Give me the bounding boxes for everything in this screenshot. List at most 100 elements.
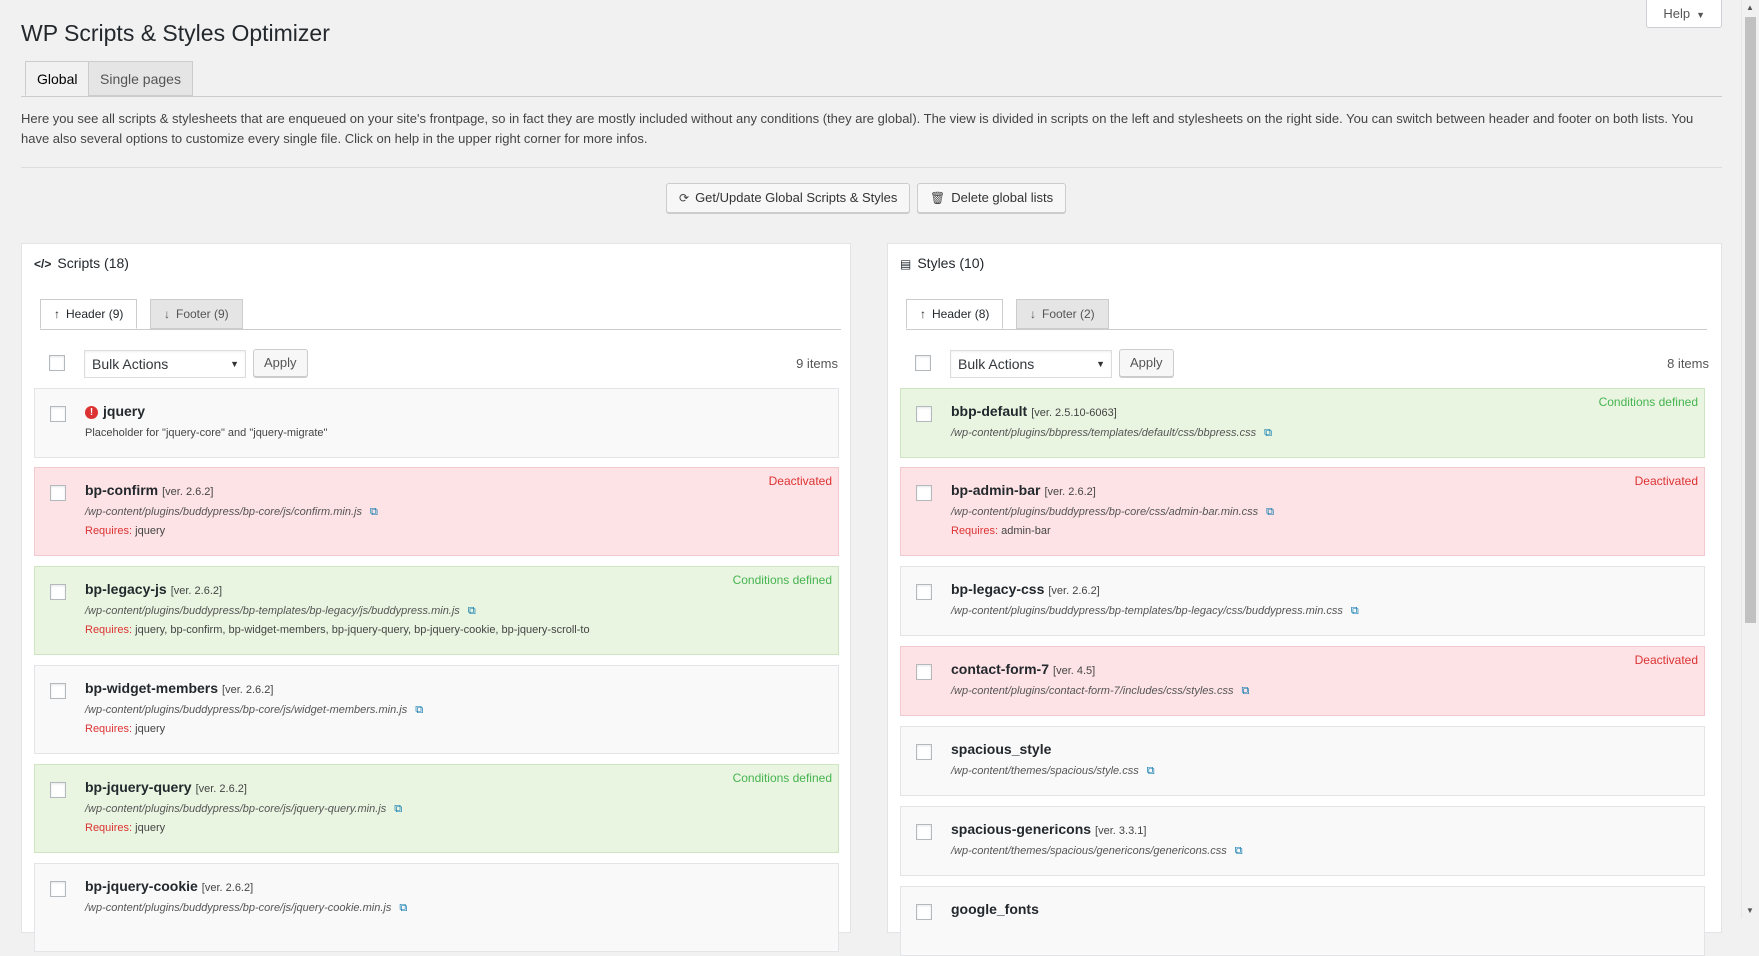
item-path: /wp-content/plugins/buddypress/bp-core/j… (85, 803, 402, 816)
scripts-header-label: Header (9) (66, 307, 124, 321)
scripts-bulk-actions-select[interactable]: Bulk Actions ▼ (84, 350, 246, 378)
item-checkbox[interactable] (50, 683, 66, 699)
external-link-icon[interactable]: ⧉ (1235, 845, 1243, 857)
item-handle: spacious-genericons (951, 821, 1092, 837)
list-item: spacious-genericons [ver. 3.3.1] /wp-cont… (900, 806, 1705, 876)
scripts-tab-footer[interactable]: ↓ Footer (9) (150, 299, 243, 329)
arrow-up-icon: ↑ (920, 307, 926, 321)
list-item: bp-legacy-js [ver. 2.6.2] /wp-content/plu… (34, 566, 839, 655)
item-name: google_fonts (951, 901, 1039, 917)
item-handle: contact-form-7 (951, 661, 1050, 677)
delete-global-button[interactable]: 🗑 Delete global lists (917, 183, 1067, 213)
external-link-icon[interactable]: ⧉ (1351, 605, 1359, 617)
item-path: /wp-content/plugins/contact-form-7/inclu… (951, 685, 1249, 698)
item-handle: jquery (103, 403, 146, 419)
item-path: /wp-content/plugins/buddypress/bp-core/j… (85, 902, 407, 915)
list-item: bp-jquery-cookie [ver. 2.6.2] /wp-content… (34, 863, 839, 952)
item-handle: spacious_style (951, 741, 1052, 757)
item-checkbox[interactable] (916, 664, 932, 680)
item-checkbox[interactable] (50, 782, 66, 798)
item-requires: Requires: jquery (85, 822, 165, 834)
item-handle: bp-jquery-query (85, 779, 192, 795)
item-checkbox[interactable] (916, 744, 932, 760)
styles-select-all-checkbox[interactable] (915, 355, 931, 371)
external-link-icon[interactable]: ⧉ (415, 704, 423, 716)
scripts-select-all-checkbox[interactable] (49, 355, 65, 371)
item-requires: Requires: jquery, bp-confirm, bp-widget-… (85, 624, 590, 636)
page-title: WP Scripts & Styles Optimizer (21, 20, 330, 46)
item-name: contact-form-7 [ver. 4.5] (951, 661, 1095, 677)
list-item: bp-widget-members [ver. 2.6.2] /wp-conten… (34, 665, 839, 754)
item-checkbox[interactable] (50, 406, 66, 422)
status-badge: Deactivated (1634, 474, 1698, 488)
styles-bulk-actions-select[interactable]: Bulk Actions ▼ (950, 350, 1112, 378)
requires-label: Requires: (85, 822, 133, 834)
item-handle: google_fonts (951, 901, 1039, 917)
chevron-down-icon: ▼ (1096, 359, 1105, 369)
external-link-icon[interactable]: ⧉ (370, 506, 378, 518)
styles-footer-label: Footer (2) (1042, 307, 1095, 321)
scripts-item-count: 9 items (796, 356, 838, 371)
styles-panel: ▤ Styles (10) ↑ Header (8) ↓ Footer (2) Bul… (887, 243, 1722, 956)
item-handle: bp-legacy-js (85, 581, 167, 597)
item-version: [ver. 2.6.2] (1048, 585, 1100, 597)
styles-tab-header[interactable]: ↑ Header (8) (906, 299, 1004, 329)
tab-global[interactable]: Global (25, 61, 90, 96)
update-global-button[interactable]: ⟳ Get/Update Global Scripts & Styles (666, 183, 911, 213)
external-link-icon[interactable]: ⧉ (394, 803, 402, 815)
scroll-down-icon[interactable]: ▼ (1746, 906, 1754, 915)
item-checkbox[interactable] (50, 881, 66, 897)
item-checkbox[interactable] (50, 485, 66, 501)
styles-tab-footer[interactable]: ↓ Footer (2) (1016, 299, 1109, 329)
item-checkbox[interactable] (916, 485, 932, 501)
item-path: /wp-content/plugins/buddypress/bp-core/j… (85, 506, 378, 519)
item-checkbox[interactable] (916, 406, 932, 422)
styles-panel-title: ▤ Styles (10) (900, 255, 984, 271)
page-scrollbar[interactable]: ▲ ▼ (1741, 0, 1759, 918)
code-icon: </> (34, 257, 52, 271)
scripts-title: Scripts (18) (57, 255, 129, 271)
item-name: bp-admin-bar [ver. 2.6.2] (951, 482, 1096, 498)
external-link-icon[interactable]: ⧉ (468, 605, 476, 617)
list-item: bbp-default [ver. 2.5.10-6063] /wp-conten… (900, 388, 1705, 458)
external-link-icon[interactable]: ⧉ (1241, 685, 1249, 697)
scroll-up-icon[interactable]: ▲ (1746, 3, 1754, 12)
item-checkbox[interactable] (916, 824, 932, 840)
item-path: /wp-content/plugins/buddypress/bp-core/j… (85, 704, 423, 717)
help-button[interactable]: Help ▼ (1646, 0, 1722, 28)
list-item: bp-admin-bar [ver. 2.6.2] /wp-content/plu… (900, 467, 1705, 556)
external-link-icon[interactable]: ⧉ (1266, 506, 1274, 518)
main-tabs: Global Single pages (21, 61, 1722, 97)
external-link-icon[interactable]: ⧉ (399, 902, 407, 914)
item-version: [ver. 4.5] (1053, 665, 1096, 677)
tab-single-pages[interactable]: Single pages (88, 61, 193, 96)
item-path: /wp-content/plugins/bbpress/templates/de… (951, 427, 1272, 440)
scripts-apply-button[interactable]: Apply (253, 349, 308, 377)
scripts-footer-label: Footer (9) (176, 307, 229, 321)
item-name: bp-confirm [ver. 2.6.2] (85, 482, 213, 498)
scrollbar-thumb[interactable] (1745, 17, 1756, 623)
external-link-icon[interactable]: ⧉ (1147, 765, 1155, 777)
list-item: spacious_style /wp-content/themes/spacio… (900, 726, 1705, 796)
requires-value: jquery (135, 822, 166, 834)
requires-value: jquery (135, 525, 166, 537)
plugin-wrap: WP Scripts & Styles Optimizer Help ▼ Glob… (21, 0, 1722, 956)
external-link-icon[interactable]: ⧉ (1264, 427, 1272, 439)
item-path-text: /wp-content/plugins/buddypress/bp-core/j… (85, 704, 408, 716)
item-path-text: /wp-content/themes/spacious/style.css (951, 765, 1139, 777)
styles-item-count: 8 items (1667, 356, 1709, 371)
item-path-text: /wp-content/themes/spacious/genericons/g… (951, 845, 1227, 857)
caret-down-icon: ▼ (1696, 10, 1705, 20)
item-checkbox[interactable] (916, 584, 932, 600)
styles-apply-button[interactable]: Apply (1119, 349, 1174, 377)
item-handle: bp-widget-members (85, 680, 219, 696)
trash-icon: 🗑 (930, 191, 946, 205)
scripts-panel-title: </> Scripts (18) (34, 255, 129, 271)
item-path-text: /wp-content/plugins/buddypress/bp-templa… (85, 605, 460, 617)
item-path: /wp-content/themes/spacious/style.css ⧉ (951, 765, 1155, 778)
scripts-tab-header[interactable]: ↑ Header (9) (40, 299, 138, 329)
item-path-text: /wp-content/plugins/buddypress/bp-templa… (951, 605, 1343, 617)
item-path-text: /wp-content/plugins/buddypress/bp-core/j… (85, 803, 387, 815)
item-checkbox[interactable] (50, 584, 66, 600)
item-name: bp-legacy-css [ver. 2.6.2] (951, 581, 1100, 597)
